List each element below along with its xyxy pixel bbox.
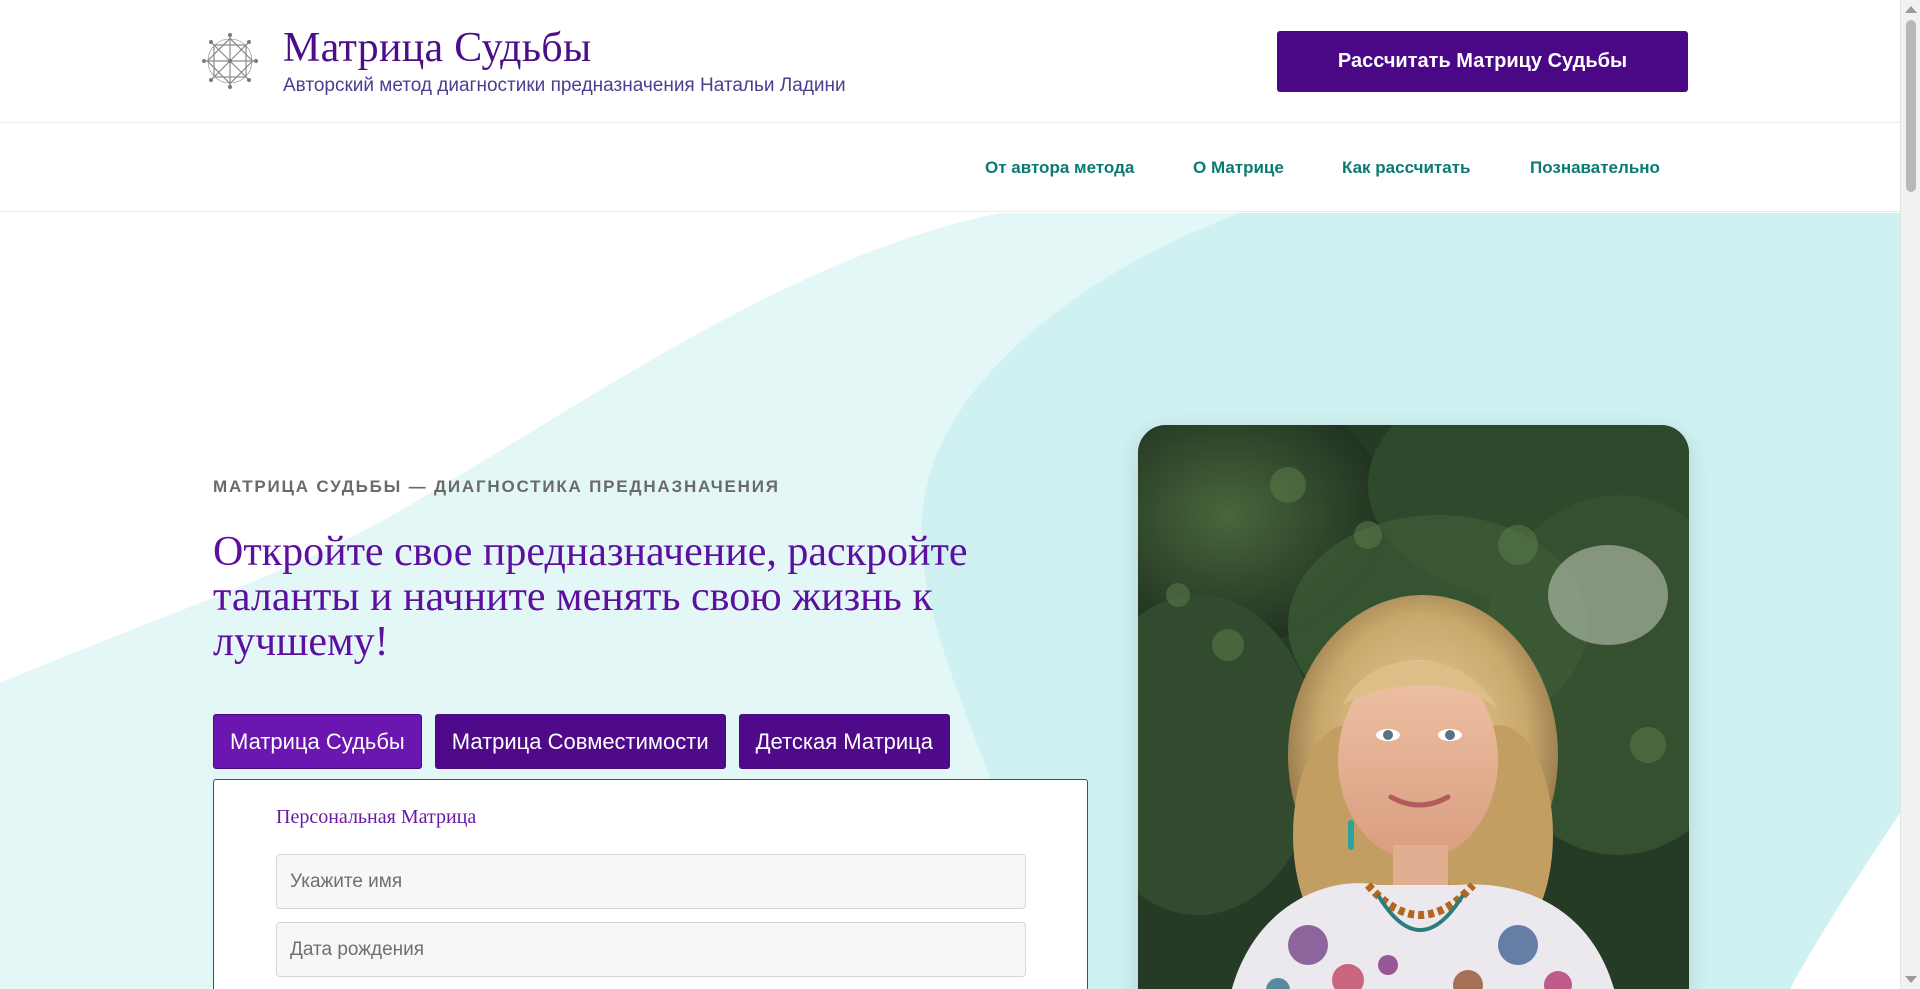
tab-destiny-matrix[interactable]: Матрица Судьбы bbox=[213, 714, 422, 769]
page-scrollbar[interactable] bbox=[1900, 0, 1920, 989]
hero-section: МАТРИЦА СУДЬБЫ — ДИАГНОСТИКА ПРЕДНАЗНАЧЕ… bbox=[0, 213, 1900, 989]
brand-subtitle: Авторский метод диагностики предназначен… bbox=[283, 75, 846, 96]
scroll-thumb[interactable] bbox=[1906, 20, 1916, 192]
scroll-down-arrow-icon[interactable] bbox=[1905, 976, 1917, 983]
author-portrait-photo bbox=[1138, 425, 1689, 989]
form-title: Персональная Матрица bbox=[276, 806, 477, 828]
nav-item-about-matrix[interactable]: О Матрице bbox=[1193, 158, 1284, 178]
scroll-up-arrow-icon[interactable] bbox=[1905, 6, 1917, 13]
calculate-matrix-button[interactable]: Рассчитать Матрицу Судьбы bbox=[1277, 31, 1688, 92]
birthdate-input[interactable] bbox=[276, 922, 1026, 977]
matrix-type-tabs: Матрица Судьбы Матрица Совместимости Дет… bbox=[213, 714, 951, 769]
star-of-lakshmi-icon[interactable] bbox=[201, 32, 259, 90]
brand-title[interactable]: Матрица Судьбы bbox=[283, 24, 592, 72]
nav-item-how-to-calculate[interactable]: Как рассчитать bbox=[1342, 158, 1470, 178]
name-input[interactable] bbox=[276, 854, 1026, 909]
tab-child-matrix[interactable]: Детская Матрица bbox=[738, 714, 951, 769]
tab-compatibility-matrix[interactable]: Матрица Совместимости bbox=[434, 714, 726, 769]
hero-eyebrow: МАТРИЦА СУДЬБЫ — ДИАГНОСТИКА ПРЕДНАЗНАЧЕ… bbox=[213, 477, 780, 496]
main-nav: От автора метода О Матрице Как рассчитат… bbox=[0, 124, 1900, 212]
hero-headline: Откройте свое предназначение, раскройте … bbox=[213, 529, 968, 665]
nav-item-author[interactable]: От автора метода bbox=[985, 158, 1134, 178]
nav-item-educational[interactable]: Познавательно bbox=[1530, 158, 1660, 178]
site-header: Матрица Судьбы Авторский метод диагности… bbox=[0, 0, 1900, 123]
matrix-form: Персональная Матрица bbox=[213, 779, 1088, 989]
